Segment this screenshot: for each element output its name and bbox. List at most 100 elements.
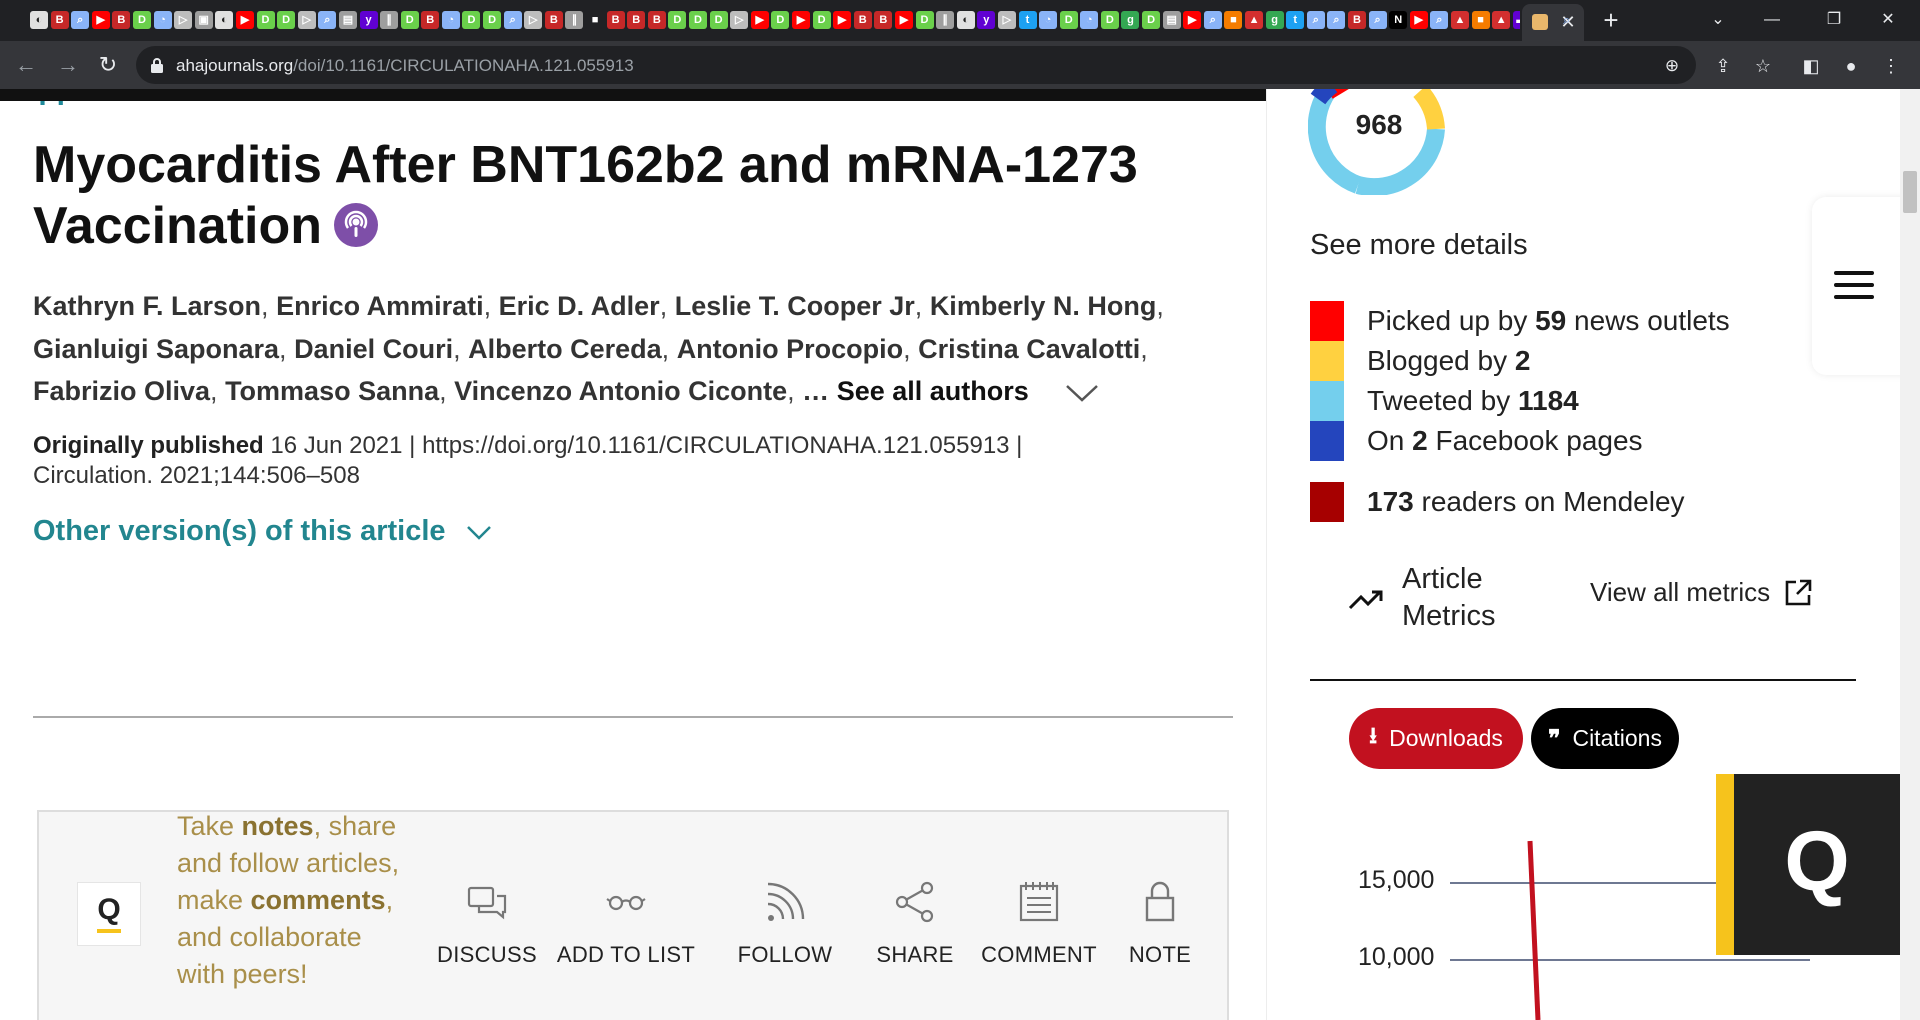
tab-favicon-icon[interactable]: ▶ [750,11,769,29]
tab-favicon-icon[interactable]: ▤ [338,11,357,29]
tab-favicon-icon[interactable]: ■ [1224,11,1243,29]
tab-favicon-icon[interactable]: ◔ [153,11,172,29]
tab-favicon-icon[interactable]: g [1265,11,1284,29]
altmetric-row[interactable]: 173 readers on Mendeley [1310,482,1685,522]
tab-favicon-icon[interactable]: ▶ [833,11,852,29]
author-name[interactable]: Eric D. Adler [499,291,660,321]
tab-favicon-icon[interactable]: ▷ [297,11,316,29]
tab-favicon-icon[interactable]: D [771,11,790,29]
author-name[interactable]: Daniel Couri [294,334,453,364]
tab-favicon-icon[interactable]: ⌕ [318,11,337,29]
close-window-button[interactable]: ✕ [1866,4,1910,36]
minimize-button[interactable]: — [1750,4,1794,36]
tab-favicon-icon[interactable]: ▲ [1450,11,1469,29]
tab-favicon-icon[interactable]: ⌕ [1203,11,1222,29]
tab-favicon-icon[interactable]: ◔ [441,11,460,29]
altmetric-row[interactable]: Tweeted by 1184 [1310,381,1579,421]
tab-favicon-icon[interactable]: ⌕ [1430,11,1449,29]
note-button[interactable]: NOTE [1090,880,1230,968]
downloads-tab[interactable]: ⭳ Downloads [1349,708,1523,769]
tab-favicon-icon[interactable]: ▷ [174,11,193,29]
tab-favicon-icon[interactable]: t [1018,11,1037,29]
tab-favicon-icon[interactable]: D [689,11,707,29]
altmetric-row[interactable]: Blogged by 2 [1310,341,1530,381]
bookmark-star-icon[interactable]: ☆ [1752,55,1774,77]
tab-favicon-icon[interactable]: D [256,11,275,29]
author-name[interactable]: Vincenzo Antonio Ciconte [454,376,787,406]
add-to-list-button[interactable]: ADD TO LIST [556,880,696,968]
author-name[interactable]: Leslie T. Cooper Jr [675,291,915,321]
tab-favicon-icon[interactable]: ∥ [380,11,399,29]
tab-favicon-icon[interactable]: D [277,11,296,29]
tab-search-icon[interactable]: ⌕ [1563,12,1579,28]
browser-menu-icon[interactable]: ⋮ [1880,55,1902,77]
author-name[interactable]: Antonio Procopio [677,334,903,364]
tab-favicon-icon[interactable]: B [606,11,625,29]
comment-button[interactable]: COMMENT [969,880,1109,968]
new-tab-button[interactable]: + [1598,7,1624,34]
tab-favicon-icon[interactable]: N [1389,11,1408,29]
tab-favicon-icon[interactable]: B [874,11,893,29]
author-name[interactable]: Cristina Cavalotti [918,334,1140,364]
tab-favicon-icon[interactable]: ▶ [91,11,110,29]
tab-favicon-icon[interactable]: D [132,11,151,29]
author-name[interactable]: Enrico Ammirati [276,291,484,321]
tab-favicon-icon[interactable]: ⌕ [71,11,90,29]
tab-favicon-icon[interactable]: D [915,11,934,29]
altmetric-donut-icon[interactable] [1308,89,1450,195]
author-name[interactable]: Alberto Cereda [468,334,662,364]
share-button[interactable]: SHARE [845,880,985,968]
tab-favicon-icon[interactable]: ▲ [1245,11,1264,29]
tab-favicon-icon[interactable]: ▤ [1162,11,1181,29]
tab-favicon-icon[interactable]: B [627,11,646,29]
tab-favicon-icon[interactable]: D [400,11,419,29]
citations-tab[interactable]: ❞ Citations [1531,708,1679,769]
tab-favicon-icon[interactable]: ∥ [936,11,955,29]
altmetric-row[interactable]: Picked up by 59 news outlets [1310,301,1730,341]
discuss-button[interactable]: DISCUSS [417,880,557,968]
tab-favicon-icon[interactable]: ⌕ [1306,11,1325,29]
doi-link[interactable]: https://doi.org/10.1161/CIRCULATIONAHA.1… [422,432,1009,459]
tab-favicon-icon[interactable]: t [1286,11,1305,29]
tab-favicon-icon[interactable]: ▶ [791,11,810,29]
scrollbar[interactable] [1900,89,1920,1020]
qeios-floating-button[interactable]: Q [1716,774,1900,955]
tab-favicon-icon[interactable]: ◐ [30,11,48,29]
tab-favicon-icon[interactable]: D [1142,11,1161,29]
tab-favicon-icon[interactable]: ▶ [1183,11,1202,29]
tab-favicon-icon[interactable]: ▶ [235,11,254,29]
tab-favicon-icon[interactable]: D [812,11,831,29]
tab-favicon-icon[interactable]: y [359,11,378,29]
tab-favicon-icon[interactable]: B [544,11,563,29]
profile-avatar-icon[interactable]: ● [1840,55,1862,77]
tab-favicon-icon[interactable]: D [709,11,728,29]
tab-list-chevron-icon[interactable]: ⌄ [1696,4,1740,36]
tab-favicon-icon[interactable]: ▣ [194,11,213,29]
author-name[interactable]: Gianluigi Saponara [33,334,279,364]
tab-favicon-icon[interactable]: g [1121,11,1140,29]
tab-favicon-icon[interactable]: ▷ [524,11,543,29]
tab-favicon-icon[interactable]: B [647,11,666,29]
author-name[interactable]: Kimberly N. Hong [930,291,1157,321]
tab-favicon-icon[interactable]: ■ [1471,11,1490,29]
see-more-details-link[interactable]: See more details [1310,229,1528,262]
reload-icon[interactable]: ↻ [94,51,122,79]
tab-favicon-icon[interactable]: D [668,11,687,29]
tab-favicon-icon[interactable]: B [853,11,872,29]
tab-favicon-icon[interactable]: ▶ [1409,11,1428,29]
restore-button[interactable]: ❐ [1812,4,1856,36]
other-versions-toggle[interactable]: Other version(s) of this article [33,515,492,548]
view-all-metrics-link[interactable]: View all metrics [1590,577,1812,608]
tab-favicon-icon[interactable]: ■ [586,11,605,29]
tab-favicon-icon[interactable]: B [421,11,440,29]
side-panel-icon[interactable]: ◧ [1800,55,1822,77]
author-name[interactable]: Tommaso Sanna [225,376,439,406]
tab-favicon-icon[interactable]: B [112,11,131,29]
tab-favicons[interactable]: ◐ B ⌕ ▶ B D ◔ ▷ ▣ ◐ ▶ D D ▷ ⌕ ▤ y ∥ D B ◔ D D ⌕ ▷ B ∥ ■ B B B D D D ▷ ▶ D ▶ D ▶… [30,9,1520,31]
tab-favicon-icon[interactable]: ◔ [1039,11,1058,29]
zoom-icon[interactable]: ⊕ [1662,56,1682,76]
tab-favicon-icon[interactable]: D [1100,11,1119,29]
tab-favicon-icon[interactable]: D [1059,11,1078,29]
tab-favicon-icon[interactable]: ⌕ [1327,11,1346,29]
forward-arrow-icon[interactable]: → [54,51,82,79]
